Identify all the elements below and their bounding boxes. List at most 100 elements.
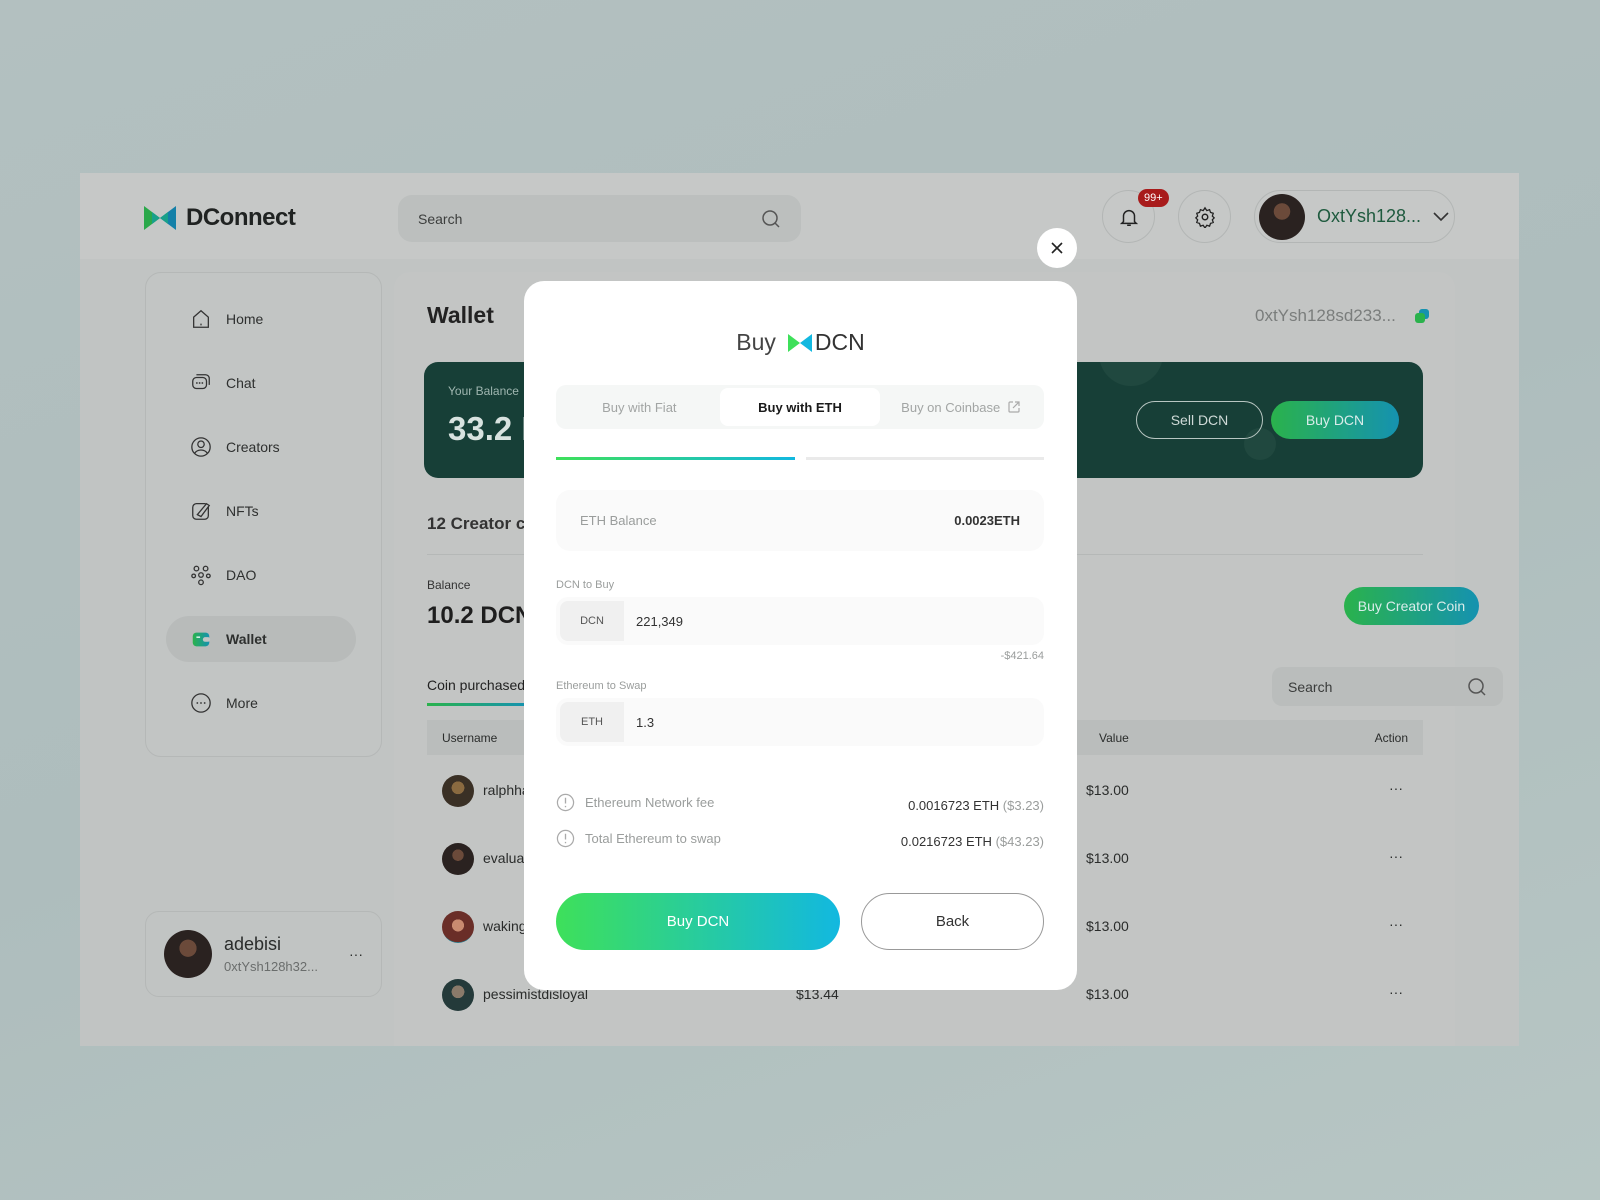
chevron-down-icon — [1433, 211, 1449, 221]
dcn-prefix: DCN — [560, 601, 624, 641]
wallet-icon — [192, 632, 211, 647]
buy-creator-coin-button[interactable]: Buy Creator Coin — [1344, 587, 1479, 625]
app-name: DConnect — [186, 204, 296, 231]
bell-icon — [1119, 209, 1138, 226]
total-label: Total Ethereum to swap — [585, 831, 721, 846]
info-icon[interactable] — [556, 829, 575, 848]
sidebar-item-label: NFTs — [226, 503, 259, 519]
eth-balance-value: 0.0023ETH — [954, 513, 1020, 528]
sidebar-item-label: Creators — [226, 439, 280, 455]
username: ralphha — [483, 782, 530, 798]
settings-button[interactable] — [1178, 190, 1231, 243]
column-username: Username — [442, 731, 498, 745]
decor-circle — [1099, 362, 1163, 386]
avatar — [442, 911, 474, 943]
logo[interactable]: DConnect — [144, 204, 296, 232]
top-bar: DConnect Search 99+ OxtYsh128... — [80, 173, 1519, 259]
tab-buy-with-fiat[interactable]: Buy with Fiat — [559, 388, 720, 426]
buy-dcn-button[interactable]: Buy DCN — [1271, 401, 1399, 439]
tab-buy-with-eth[interactable]: Buy with ETH — [719, 388, 881, 426]
gear-icon — [1194, 206, 1215, 228]
sidebar-item-label: Wallet — [226, 631, 267, 647]
dcn-to-buy-label: DCN to Buy — [556, 579, 615, 591]
page-title: Wallet — [427, 302, 494, 328]
more-options-icon[interactable]: ··· — [349, 946, 363, 962]
wallet-address: 0xtYsh128sd233... — [1255, 306, 1430, 326]
fee-label: Ethereum Network fee — [585, 795, 715, 810]
fee-usd: ($3.23) — [1002, 798, 1044, 813]
sell-dcn-button[interactable]: Sell DCN — [1136, 401, 1263, 439]
close-button[interactable] — [1037, 228, 1077, 268]
copy-icon[interactable] — [1414, 308, 1430, 324]
row-actions-icon[interactable]: ··· — [1389, 984, 1403, 1000]
active-tab-indicator — [427, 703, 527, 706]
external-link-icon — [1008, 401, 1020, 413]
buy-dcn-submit-button[interactable]: Buy DCN — [556, 893, 840, 950]
brush-icon — [192, 502, 211, 520]
sidebar-item-label: Home — [226, 311, 264, 327]
user-address: OxtYsh128... — [1317, 206, 1422, 226]
value: $13.00 — [1086, 986, 1129, 1002]
notifications-button[interactable]: 99+ — [1102, 189, 1169, 243]
balance-label: Your Balance — [448, 384, 519, 398]
username: waking — [483, 918, 527, 934]
column-value: Value — [1099, 731, 1129, 745]
back-button[interactable]: Back — [861, 893, 1044, 950]
row-actions-icon[interactable]: ··· — [1389, 848, 1403, 864]
row-actions-icon[interactable]: ··· — [1389, 916, 1403, 932]
sidebar-item-label: DAO — [226, 567, 257, 583]
avatar — [442, 775, 474, 807]
people-icon — [191, 565, 211, 586]
total-eth-row: Total Ethereum to swap 0.0216723 ETH ($4… — [556, 828, 1044, 849]
table-search-input[interactable]: Search — [1272, 667, 1503, 706]
info-icon[interactable] — [556, 793, 575, 812]
title-prefix: Buy — [736, 329, 776, 355]
user-menu[interactable]: OxtYsh128... — [1254, 190, 1455, 243]
sidebar-item-dao[interactable]: DAO — [166, 552, 356, 598]
notification-badge: 99+ — [1138, 189, 1169, 207]
tab-buy-on-coinbase[interactable]: Buy on Coinbase — [880, 388, 1041, 426]
sidebar-item-wallet[interactable]: Wallet — [166, 616, 356, 662]
close-icon — [1051, 242, 1063, 254]
dcn-value: 221,349 — [636, 613, 683, 629]
address-text: 0xtYsh128sd233... — [1255, 306, 1396, 325]
dcn-usd-estimate: -$421.64 — [1000, 650, 1044, 662]
modal-title: Buy DCN — [524, 329, 1077, 356]
sidebar-item-home[interactable]: Home — [166, 296, 356, 342]
row-actions-icon[interactable]: ··· — [1389, 780, 1403, 796]
profile-address: 0xtYsh128h32... — [224, 959, 318, 974]
progress-step-1 — [556, 457, 795, 460]
user-icon — [191, 437, 211, 457]
eth-balance-box: ETH Balance 0.0023ETH — [556, 490, 1044, 551]
total-usd: ($43.23) — [995, 834, 1044, 849]
search-input[interactable]: Search — [398, 195, 801, 242]
sidebar-item-chat[interactable]: Chat — [166, 360, 356, 406]
profile-name: adebisi — [224, 934, 282, 954]
sidebar-item-creators[interactable]: Creators — [166, 424, 356, 470]
chat-icon — [192, 374, 210, 390]
search-placeholder: Search — [1288, 678, 1333, 695]
buy-method-tabs: Buy with Fiat Buy with ETH Buy on Coinba… — [556, 385, 1044, 429]
network-fee-row: Ethereum Network fee 0.0016723 ETH ($3.2… — [556, 792, 1044, 813]
tab-label: Buy on Coinbase — [901, 399, 1001, 415]
sidebar: Home Chat Creators NFTs DAO Wallet More — [145, 272, 382, 757]
column-action: Action — [1374, 731, 1408, 745]
eth-prefix: ETH — [560, 702, 624, 742]
avatar — [164, 930, 212, 978]
tab-coin-purchased[interactable]: Coin purchased — [427, 677, 525, 693]
profile-card[interactable]: adebisi 0xtYsh128h32... ··· — [145, 911, 382, 997]
dcn-amount-input[interactable]: DCN 221,349 — [556, 597, 1044, 645]
sidebar-item-label: More — [226, 695, 258, 711]
sidebar-item-label: Chat — [226, 375, 256, 391]
sidebar-item-nfts[interactable]: NFTs — [166, 488, 356, 534]
search-placeholder: Search — [418, 210, 463, 227]
value: $13.00 — [1086, 918, 1129, 934]
creator-coins-heading: 12 Creator co — [427, 514, 536, 533]
eth-amount-input[interactable]: ETH 1.3 — [556, 698, 1044, 746]
more-icon — [191, 693, 211, 713]
eth-balance-label: ETH Balance — [580, 513, 657, 528]
sidebar-item-more[interactable]: More — [166, 680, 356, 726]
eth-value: 1.3 — [636, 714, 655, 730]
creator-balance-label: Balance — [427, 578, 471, 592]
search-icon — [1468, 677, 1486, 696]
